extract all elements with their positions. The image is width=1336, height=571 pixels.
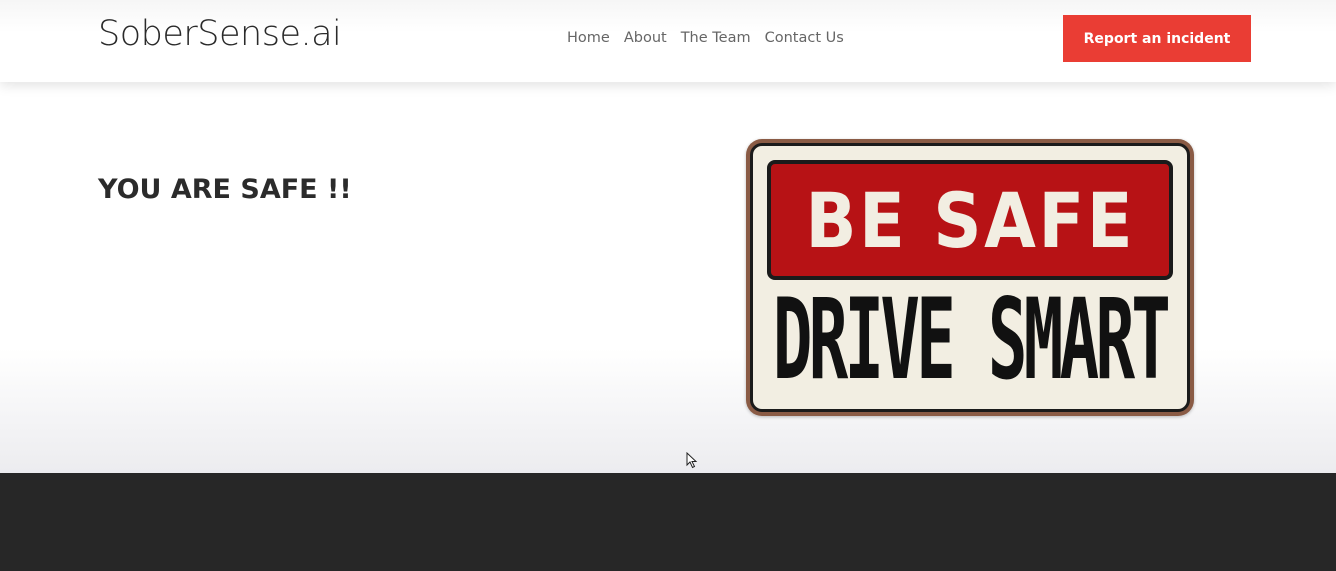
nav-about[interactable]: About: [624, 30, 667, 46]
nav-contact-us[interactable]: Contact Us: [765, 30, 844, 46]
site-header: SoberSense.ai Home About The Team Contac…: [0, 0, 1336, 82]
sign-line-2: DRIVE SMART: [772, 274, 1171, 404]
main-nav: Home About The Team Contact Us: [567, 30, 844, 46]
sign-line-1: BE SAFE: [805, 175, 1135, 265]
nav-the-team[interactable]: The Team: [681, 30, 751, 46]
sign-lower-text: DRIVE SMART: [763, 274, 1177, 403]
be-safe-sign-image: BE SAFE DRIVE SMART: [746, 139, 1194, 416]
hero-title: YOU ARE SAFE !!: [98, 174, 352, 205]
site-footer: [0, 473, 1336, 571]
brand-logo[interactable]: SoberSense.ai: [98, 14, 342, 54]
nav-home[interactable]: Home: [567, 30, 610, 46]
mouse-cursor-icon: [686, 452, 698, 469]
sign-panel: BE SAFE DRIVE SMART: [750, 143, 1190, 412]
sign-red-banner: BE SAFE: [767, 160, 1173, 280]
report-incident-button[interactable]: Report an incident: [1063, 15, 1251, 62]
